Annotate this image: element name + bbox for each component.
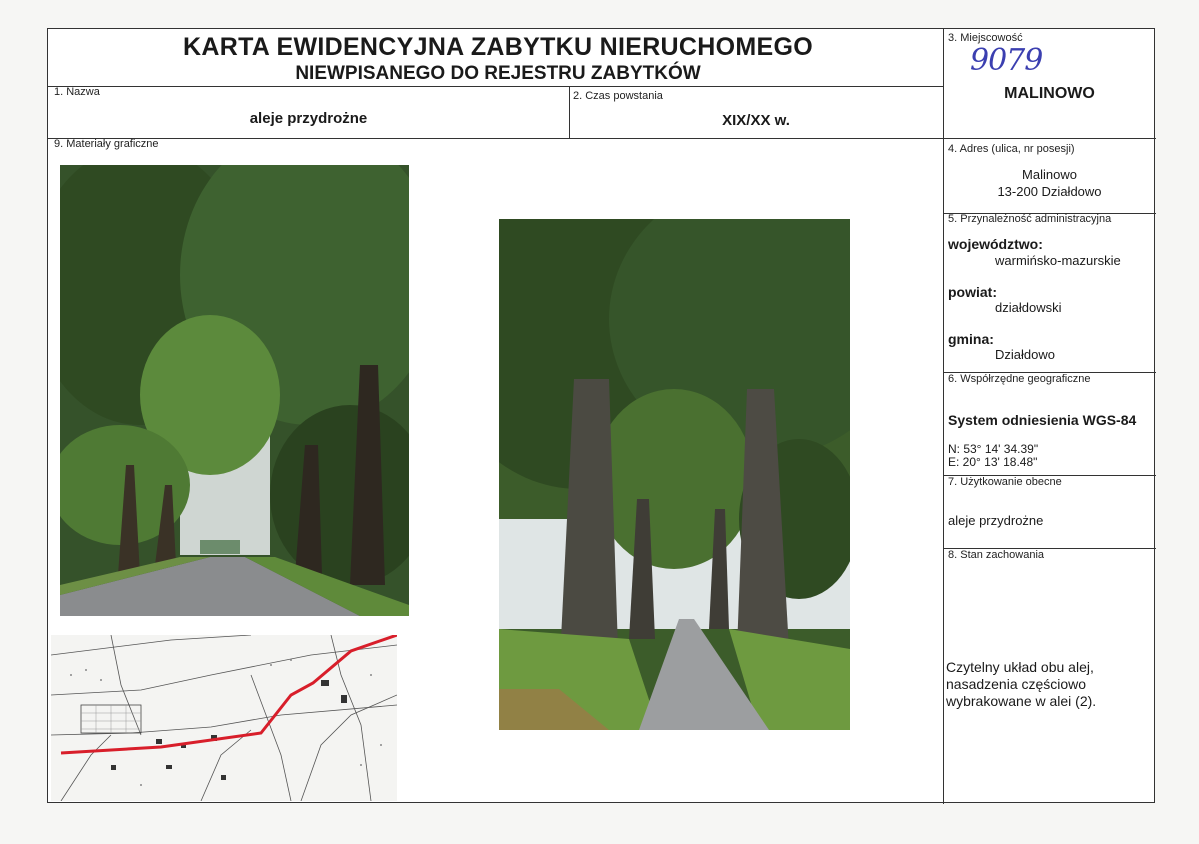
- wspolrzedne-label: 6. Współrzędne geograficzne: [948, 373, 1091, 385]
- uzytkowanie-label: 7. Użytkowanie obecne: [948, 476, 1062, 488]
- handwritten-number: 9079: [970, 43, 1043, 78]
- adres-line2: 13-200 Działdowo: [997, 184, 1102, 199]
- miejscowosc-value: MALINOWO: [1004, 85, 1095, 102]
- gmina-label: gmina:: [948, 331, 994, 347]
- czas-powstania-label: 2. Czas powstania: [573, 90, 663, 102]
- powiat-label: powiat:: [948, 284, 997, 300]
- card-subtitle: NIEWPISANEGO DO REJESTRU ZABYTKÓW: [295, 63, 701, 84]
- stan-line3: wybrakowane w alei (2).: [946, 693, 1097, 709]
- wojewodztwo-label: województwo:: [948, 236, 1043, 252]
- coordinate-system: System odniesienia WGS-84: [948, 412, 1137, 428]
- czas-powstania-value: XIX/XX w.: [722, 112, 790, 129]
- photo-tree-alley-road: [60, 165, 409, 616]
- powiat-value: działdowski: [995, 300, 1062, 315]
- stan-line2: nasadzenia częściowo: [946, 676, 1087, 692]
- divider-main: [48, 138, 1156, 139]
- photo-linden-alley-sidewalk: [499, 219, 850, 730]
- registry-card: KARTA EWIDENCYJNA ZABYTKU NIERUCHOMEGO N…: [47, 28, 1156, 804]
- stan-line1: Czytelny układ obu alej,: [946, 659, 1094, 675]
- location-map: [51, 635, 397, 801]
- gmina-value: Działdowo: [995, 347, 1055, 362]
- przynaleznosc-label: 5. Przynależność administracyjna: [948, 213, 1112, 225]
- divider-right-column: [943, 29, 944, 804]
- adres-line1: Malinowo: [1022, 167, 1077, 182]
- latitude: N: 53° 14' 34.39": [948, 442, 1039, 456]
- stan-label: 8. Stan zachowania: [948, 549, 1045, 561]
- materialy-label: 9. Materiały graficzne: [54, 138, 159, 150]
- card-title: KARTA EWIDENCYJNA ZABYTKU NIERUCHOMEGO: [183, 33, 813, 61]
- adres-label: 4. Adres (ulica, nr posesji): [948, 143, 1075, 155]
- nazwa-value: aleje przydrożne: [249, 110, 368, 127]
- divider-header: [48, 86, 943, 87]
- uzytkowanie-value: aleje przydrożne: [948, 513, 1044, 528]
- wojewodztwo-value: warmińsko-mazurskie: [995, 253, 1121, 268]
- longitude: E: 20° 13' 18.48": [948, 455, 1038, 469]
- nazwa-label: 1. Nazwa: [54, 86, 100, 98]
